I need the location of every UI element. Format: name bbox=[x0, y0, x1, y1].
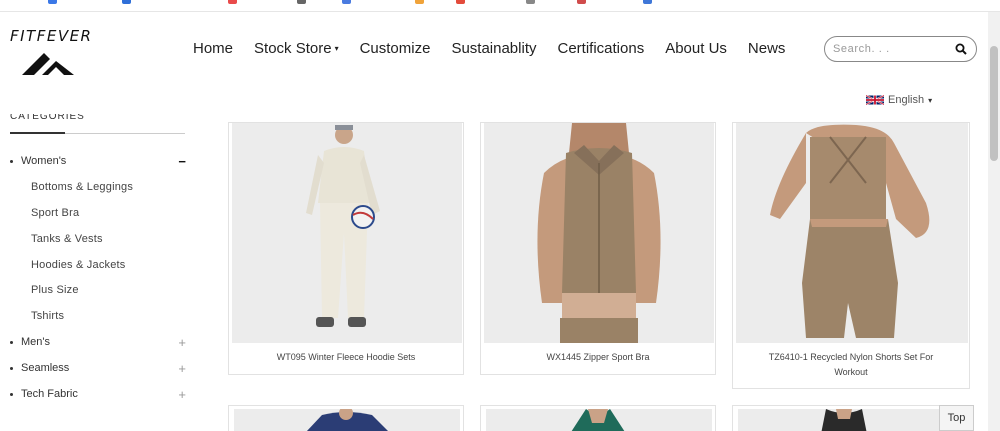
product-card[interactable]: WX1445 Zipper Sport Bra bbox=[480, 122, 716, 375]
subcategory-tanks-vests[interactable]: Tanks & Vests bbox=[31, 233, 103, 245]
bookmark-icon[interactable] bbox=[526, 0, 535, 4]
product-card[interactable] bbox=[228, 405, 464, 431]
expand-icon[interactable]: + bbox=[178, 387, 186, 402]
bookmarks-bar bbox=[0, 0, 1000, 12]
product-card[interactable] bbox=[732, 405, 970, 431]
product-image[interactable] bbox=[736, 123, 968, 343]
chevron-down-icon: ▾ bbox=[928, 95, 933, 105]
nav-about-us[interactable]: About Us bbox=[665, 40, 727, 57]
main-nav: Home Stock Store ▾ Customize Sustainablit… bbox=[193, 40, 806, 57]
product-image[interactable] bbox=[486, 409, 712, 431]
bullet-icon bbox=[10, 340, 13, 344]
search-input[interactable] bbox=[833, 43, 943, 55]
nav-news[interactable]: News bbox=[748, 40, 786, 57]
category-tech-fabric[interactable]: Tech Fabric + bbox=[10, 387, 188, 402]
product-photo bbox=[234, 409, 460, 431]
site-header: FITFEVER Home Stock Store ▾ Customize Sus… bbox=[0, 12, 988, 122]
mountain-logo-icon bbox=[22, 53, 74, 75]
language-selector[interactable]: English ▾ bbox=[866, 94, 932, 106]
product-name[interactable]: WX1445 Zipper Sport Bra bbox=[481, 350, 715, 365]
product-image[interactable] bbox=[234, 409, 460, 431]
subcategory-sport-bra[interactable]: Sport Bra bbox=[31, 207, 79, 219]
bookmark-icon[interactable] bbox=[342, 0, 351, 4]
product-card[interactable]: TZ6410-1 Recycled Nylon Shorts Set For W… bbox=[732, 122, 970, 389]
product-card[interactable]: WT095 Winter Fleece Hoodie Sets bbox=[228, 122, 464, 375]
product-photo bbox=[738, 409, 966, 431]
product-image[interactable] bbox=[738, 409, 966, 431]
product-name[interactable]: WT095 Winter Fleece Hoodie Sets bbox=[229, 350, 463, 365]
nav-stock-store[interactable]: Stock Store ▾ bbox=[254, 40, 339, 57]
bullet-icon bbox=[10, 366, 13, 370]
brand-name: FITFEVER bbox=[10, 27, 93, 45]
bookmark-icon[interactable] bbox=[228, 0, 237, 4]
brand-logo[interactable]: FITFEVER bbox=[10, 27, 100, 87]
chevron-down-icon: ▾ bbox=[334, 44, 339, 53]
search-icon[interactable] bbox=[955, 43, 967, 55]
bullet-icon bbox=[10, 392, 13, 396]
bookmark-icon[interactable] bbox=[415, 0, 424, 4]
category-seamless[interactable]: Seamless + bbox=[10, 361, 188, 376]
collapse-icon[interactable]: − bbox=[178, 154, 186, 169]
language-label: English bbox=[888, 94, 925, 106]
bookmark-icon[interactable] bbox=[456, 0, 465, 4]
uk-flag-icon bbox=[866, 94, 884, 106]
divider-accent bbox=[10, 132, 65, 134]
bullet-icon bbox=[10, 159, 13, 163]
back-to-top-button[interactable]: Top bbox=[939, 405, 974, 431]
subcategory-tshirts[interactable]: Tshirts bbox=[31, 310, 64, 322]
subcategory-bottoms-leggings[interactable]: Bottoms & Leggings bbox=[31, 181, 133, 193]
product-photo-hoodie-set bbox=[232, 123, 462, 343]
bookmark-icon[interactable] bbox=[577, 0, 586, 4]
nav-customize[interactable]: Customize bbox=[360, 40, 431, 57]
product-photo bbox=[486, 409, 712, 431]
sidebar-title: CATEGORIES bbox=[10, 114, 85, 122]
product-photo-zipper-bra bbox=[484, 123, 714, 343]
nav-certifications[interactable]: Certifications bbox=[558, 40, 645, 57]
bookmark-icon[interactable] bbox=[48, 0, 57, 4]
category-mens[interactable]: Men's + bbox=[10, 335, 188, 350]
product-image[interactable] bbox=[232, 123, 462, 343]
scrollbar-thumb[interactable] bbox=[990, 46, 998, 161]
bookmark-icon[interactable] bbox=[297, 0, 306, 4]
category-womens[interactable]: Women's − bbox=[10, 154, 188, 169]
scrollbar[interactable] bbox=[988, 12, 1000, 431]
product-photo-shorts-set bbox=[736, 123, 968, 343]
subcategory-hoodies-jackets[interactable]: Hoodies & Jackets bbox=[31, 259, 126, 271]
product-name[interactable]: TZ6410-1 Recycled Nylon Shorts Set For W… bbox=[733, 350, 969, 380]
expand-icon[interactable]: + bbox=[178, 361, 186, 376]
nav-home[interactable]: Home bbox=[193, 40, 233, 57]
nav-sustainability[interactable]: Sustainablity bbox=[451, 40, 536, 57]
bookmark-icon[interactable] bbox=[643, 0, 652, 4]
bookmark-icon[interactable] bbox=[122, 0, 131, 4]
product-card[interactable] bbox=[480, 405, 716, 431]
expand-icon[interactable]: + bbox=[178, 335, 186, 350]
category-sidebar: CATEGORIES Women's − Bottoms & Leggings … bbox=[0, 114, 200, 431]
search-box bbox=[824, 36, 977, 62]
product-image[interactable] bbox=[484, 123, 714, 343]
subcategory-plus-size[interactable]: Plus Size bbox=[31, 284, 79, 296]
